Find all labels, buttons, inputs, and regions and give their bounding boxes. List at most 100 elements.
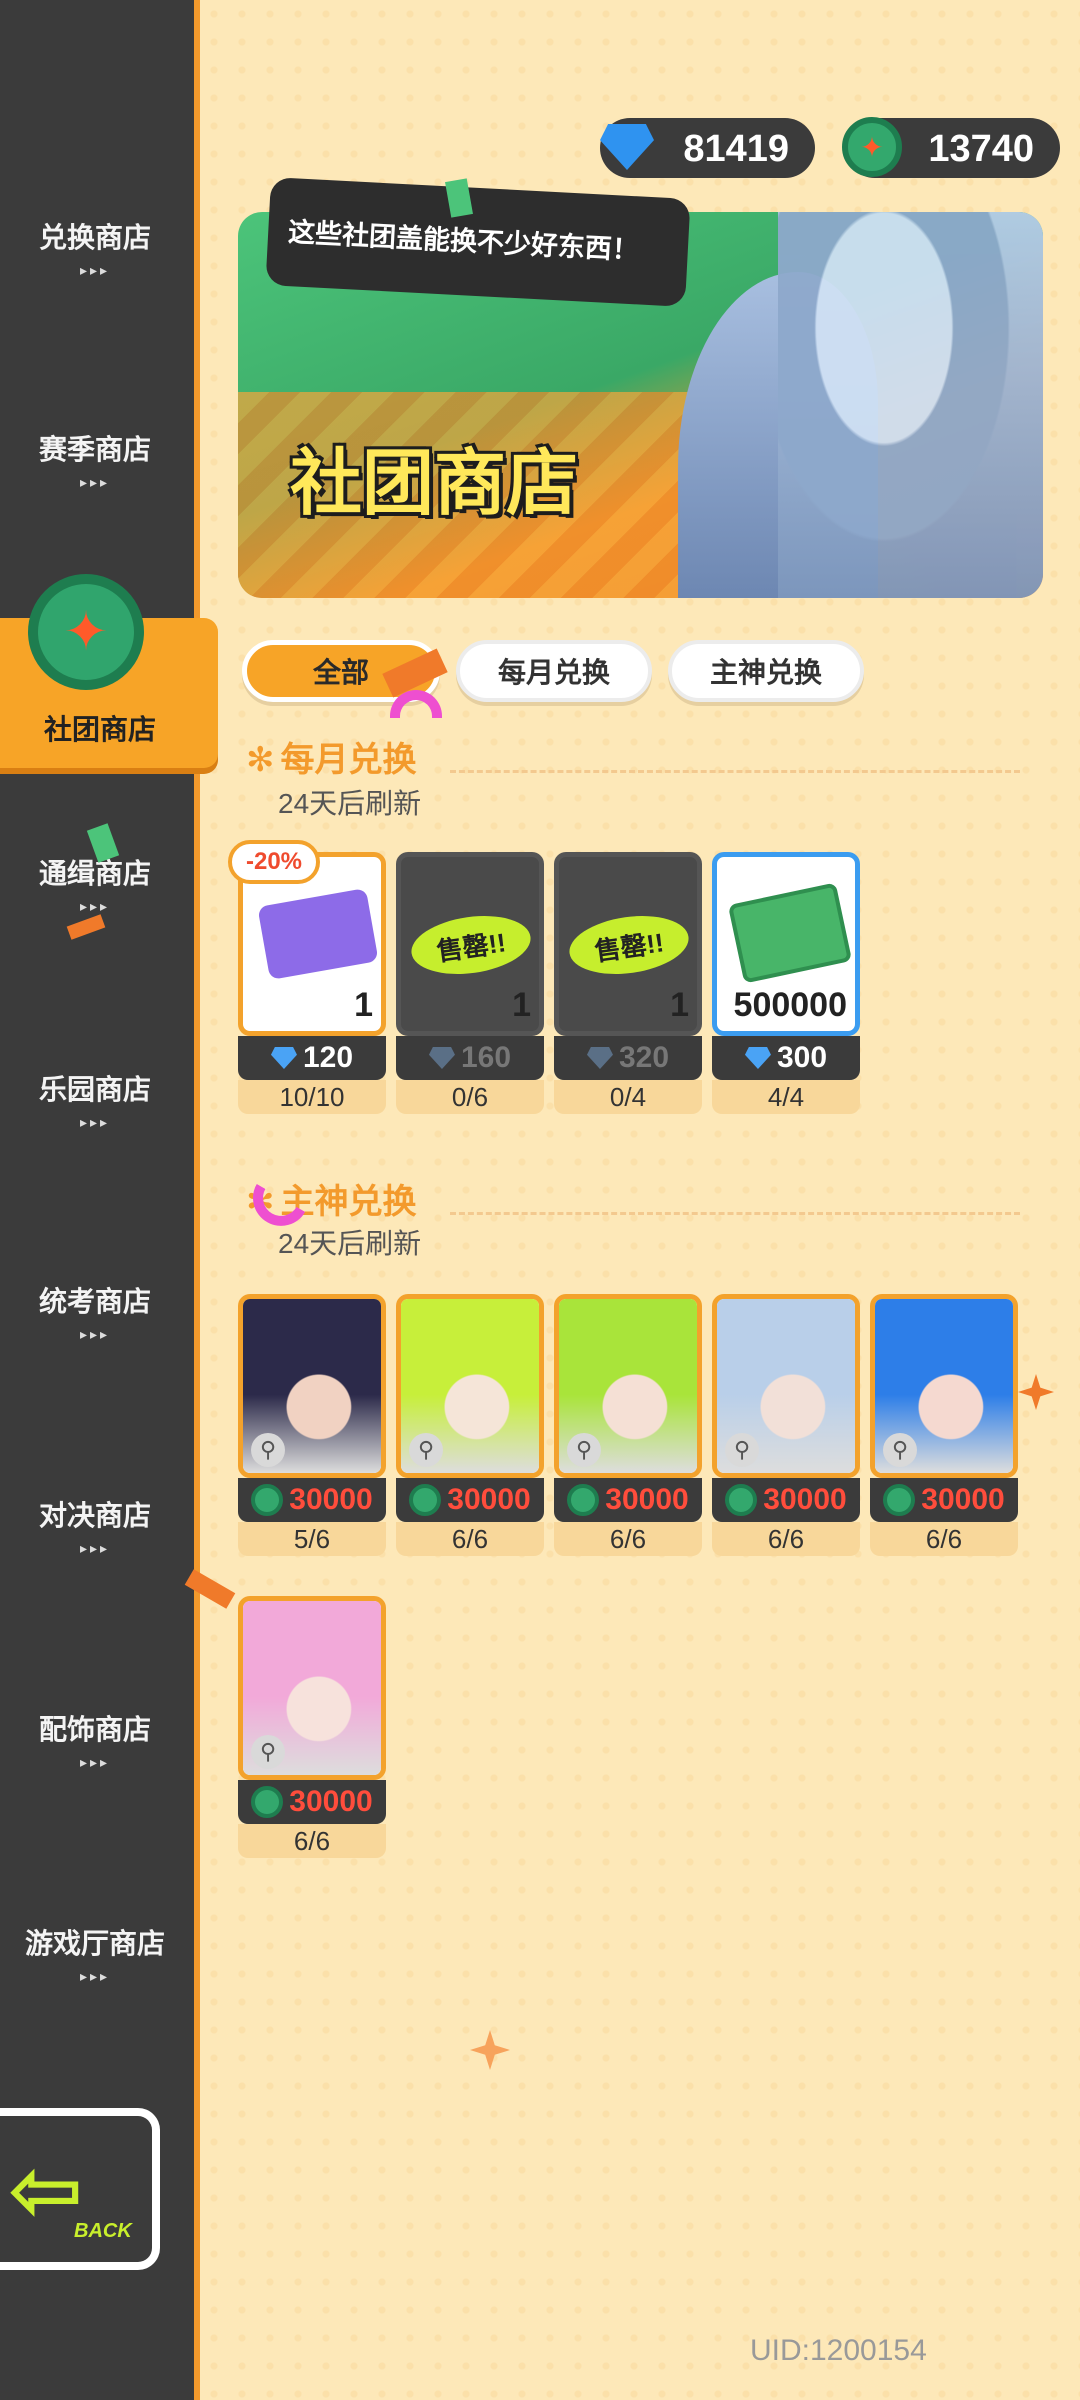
- sidebar-item-dots: ▸▸▸: [79, 1540, 111, 1556]
- gem-icon: [586, 1047, 613, 1069]
- bottle-cap-icon: [251, 1786, 284, 1818]
- purchase-limit: 6/6: [238, 1824, 386, 1858]
- sidebar-item-label: 通缉商店: [38, 858, 151, 889]
- sidebar-item-exam-shop[interactable]: 统考商店 ▸▸▸: [0, 1280, 190, 1343]
- gem-icon: [270, 1047, 297, 1069]
- shop-item-card[interactable]: 500000 300 4/4: [712, 852, 860, 1114]
- tab-god[interactable]: 主神兑换: [668, 640, 864, 702]
- item-price: 300: [712, 1036, 860, 1080]
- shop-item-card[interactable]: 售罄!! 1 160 0/6: [396, 852, 544, 1114]
- section-divider: [450, 1212, 1020, 1215]
- gem-counter[interactable]: 81419: [600, 118, 815, 178]
- speech-bubble: 这些社团盖能换不少好东西！: [265, 177, 691, 307]
- bottle-cap-icon: [725, 1484, 758, 1516]
- god-item-card[interactable]: ⚲ 30000 6/6: [870, 1294, 1018, 1556]
- bottle-cap-icon: ✦: [837, 112, 907, 182]
- section-refresh-monthly: 24天后刷新: [278, 788, 422, 819]
- item-box: 500000: [712, 852, 860, 1036]
- speech-text: 这些社团盖能换不少好东西！: [287, 217, 640, 266]
- sidebar-item-dots: ▸▸▸: [79, 898, 111, 914]
- sidebar-item-wanted-shop[interactable]: 通缉商店 ▸▸▸: [0, 852, 190, 915]
- gem-amount: 81419: [683, 128, 789, 170]
- sidebar-item-season-shop[interactable]: 赛季商店 ▸▸▸: [0, 428, 190, 491]
- item-box: ⚲: [712, 1294, 860, 1478]
- sidebar-item-label: 统考商店: [38, 1286, 151, 1317]
- ticket-icon: [257, 888, 379, 980]
- item-qty: 500000: [733, 986, 847, 1024]
- sidebar-item-dots: ▸▸▸: [79, 262, 111, 278]
- sidebar-item-label: 游戏厅商店: [24, 1928, 165, 1959]
- item-box: ⚲: [238, 1294, 386, 1478]
- purchase-limit: 6/6: [554, 1522, 702, 1556]
- item-price: 30000: [396, 1478, 544, 1522]
- item-qty: 1: [354, 986, 373, 1024]
- cash-icon: [727, 882, 853, 984]
- item-price: 120: [238, 1036, 386, 1080]
- purchase-limit: 6/6: [712, 1522, 860, 1556]
- item-price: 30000: [238, 1780, 386, 1824]
- sidebar-item-label: 对决商店: [38, 1500, 151, 1531]
- bottle-cap-icon: [409, 1484, 442, 1516]
- weapon-icon: ⚲: [567, 1433, 601, 1467]
- item-box: ⚲: [554, 1294, 702, 1478]
- bottle-cap-icon: [251, 1484, 284, 1516]
- purchase-limit: 6/6: [396, 1522, 544, 1556]
- back-arrow-icon: ⇦: [8, 2141, 84, 2241]
- section-divider: [450, 770, 1020, 773]
- item-price: 160: [396, 1036, 544, 1080]
- item-box: ⚲: [238, 1596, 386, 1780]
- weapon-icon: ⚲: [725, 1433, 759, 1467]
- sidebar-item-park-shop[interactable]: 乐园商店 ▸▸▸: [0, 1068, 190, 1131]
- back-button[interactable]: ⇦ BACK: [0, 2108, 160, 2270]
- sidebar-item-arcade-shop[interactable]: 游戏厅商店 ▸▸▸: [0, 1922, 190, 1985]
- item-price: 30000: [870, 1478, 1018, 1522]
- purchase-limit: 0/6: [396, 1080, 544, 1114]
- sidebar-item-label: 兑换商店: [38, 222, 151, 253]
- item-box: 售罄!! 1: [396, 852, 544, 1036]
- sidebar-item-label: 社团商店: [43, 714, 156, 745]
- god-item-card[interactable]: ⚲ 30000 6/6: [712, 1294, 860, 1556]
- gem-icon: [428, 1047, 455, 1069]
- shop-item-card[interactable]: 售罄!! 1 320 0/4: [554, 852, 702, 1114]
- bottle-cap-icon: ✦: [28, 574, 144, 690]
- gem-icon: [592, 112, 662, 182]
- shop-item-card[interactable]: 1 -20% 120 10/10: [228, 840, 386, 1114]
- sidebar-item-label: 配饰商店: [38, 1714, 151, 1745]
- purchase-limit: 5/6: [238, 1522, 386, 1556]
- discount-badge: -20%: [228, 840, 320, 884]
- sidebar-item-exchange-shop[interactable]: 兑换商店 ▸▸▸: [0, 216, 190, 279]
- item-qty: 1: [670, 986, 689, 1024]
- sidebar-item-accessory-shop[interactable]: 配饰商店 ▸▸▸: [0, 1708, 190, 1771]
- purchase-limit: 10/10: [238, 1080, 386, 1114]
- god-item-card[interactable]: ⚲ 30000 6/6: [554, 1294, 702, 1556]
- item-box: 售罄!! 1: [554, 852, 702, 1036]
- bottle-cap-icon: [883, 1484, 916, 1516]
- sidebar-item-club-shop[interactable]: ✦ 社团商店: [0, 574, 218, 768]
- section-refresh-god: 24天后刷新: [278, 1228, 422, 1259]
- back-button-label: BACK: [74, 2220, 132, 2242]
- purchase-limit: 4/4: [712, 1080, 860, 1114]
- gem-icon: [744, 1047, 771, 1069]
- item-qty: 1: [512, 986, 531, 1024]
- sold-out-tag: 售罄!!: [565, 908, 693, 982]
- tab-monthly[interactable]: 每月兑换: [456, 640, 652, 702]
- god-item-card[interactable]: ⚲ 30000 6/6: [238, 1596, 386, 1858]
- god-item-card[interactable]: ⚲ 30000 6/6: [396, 1294, 544, 1556]
- item-price: 320: [554, 1036, 702, 1080]
- item-price: 30000: [238, 1478, 386, 1522]
- character-illustration: [778, 212, 1043, 598]
- sidebar-item-duel-shop[interactable]: 对决商店 ▸▸▸: [0, 1494, 190, 1557]
- sidebar-item-dots: ▸▸▸: [79, 1326, 111, 1342]
- weapon-icon: ⚲: [251, 1433, 285, 1467]
- god-item-card[interactable]: ⚲ 30000 5/6: [238, 1294, 386, 1556]
- sidebar-item-dots: ▸▸▸: [79, 1754, 111, 1770]
- item-price: 30000: [712, 1478, 860, 1522]
- cap-amount: 13740: [928, 128, 1034, 170]
- sidebar-item-dots: ▸▸▸: [79, 1114, 111, 1130]
- item-box: ⚲: [396, 1294, 544, 1478]
- cap-counter[interactable]: ✦ 13740: [842, 117, 1060, 178]
- bottle-cap-icon: [567, 1484, 600, 1516]
- sidebar-item-dots: ▸▸▸: [79, 1968, 111, 1984]
- item-box: ⚲: [870, 1294, 1018, 1478]
- weapon-icon: ⚲: [251, 1735, 285, 1769]
